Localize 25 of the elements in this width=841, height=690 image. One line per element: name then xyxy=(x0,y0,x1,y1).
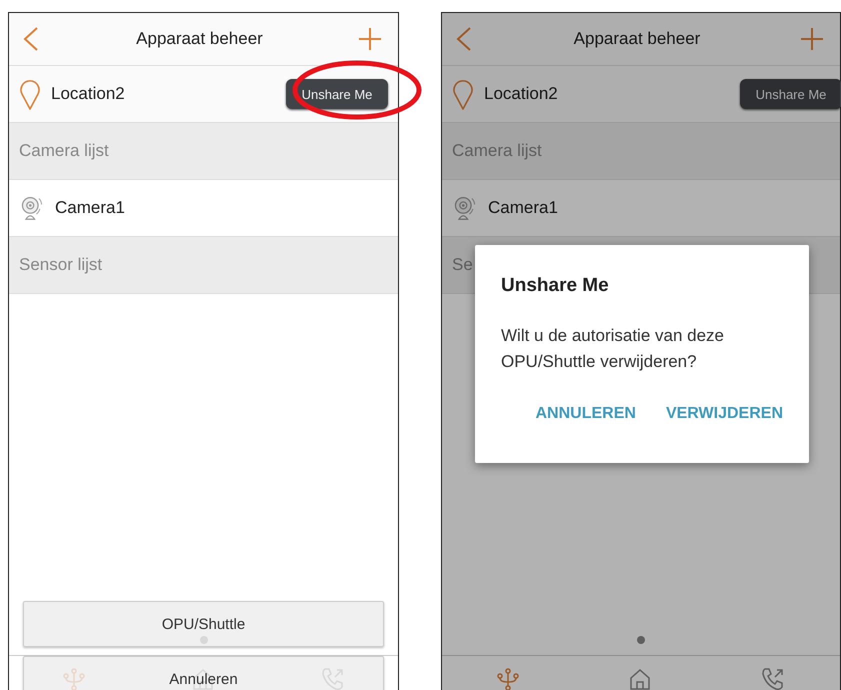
item-label[interactable]: Camera1 xyxy=(488,198,558,218)
plus-icon[interactable] xyxy=(358,27,382,51)
unshare-button[interactable]: Unshare Me xyxy=(286,79,388,109)
page-dot-icon xyxy=(637,636,645,644)
pin-icon xyxy=(19,77,41,111)
dialog-title: Unshare Me xyxy=(501,275,610,297)
unshare-button[interactable]: Unshare Me xyxy=(740,79,841,109)
action-sheet-menu[interactable]: OPU/Shuttle xyxy=(23,601,384,647)
screen-title: Apparaat beheer xyxy=(574,29,700,49)
pin-icon xyxy=(452,77,474,111)
section-header: Sensor lijst xyxy=(9,237,398,294)
item-label[interactable]: Location2 xyxy=(484,84,558,104)
webcam-icon xyxy=(19,194,45,222)
item-label[interactable]: Camera1 xyxy=(55,198,125,218)
plus-icon[interactable] xyxy=(800,27,824,51)
action-sheet-menu[interactable]: Annuleren xyxy=(23,656,384,690)
nav-tab[interactable] xyxy=(496,667,520,690)
item-label[interactable]: Location2 xyxy=(51,84,125,104)
webcam-icon xyxy=(452,194,478,222)
section-header: Camera lijst xyxy=(442,123,840,180)
dialog-message: Wilt u de autorisatie van deze OPU/Shuttle verwijderen? xyxy=(501,325,726,373)
nav-tab[interactable] xyxy=(760,666,786,690)
nav-tab[interactable] xyxy=(628,667,652,690)
section-header: Camera lijst xyxy=(9,123,398,180)
screen-title: Apparaat beheer xyxy=(136,29,263,49)
